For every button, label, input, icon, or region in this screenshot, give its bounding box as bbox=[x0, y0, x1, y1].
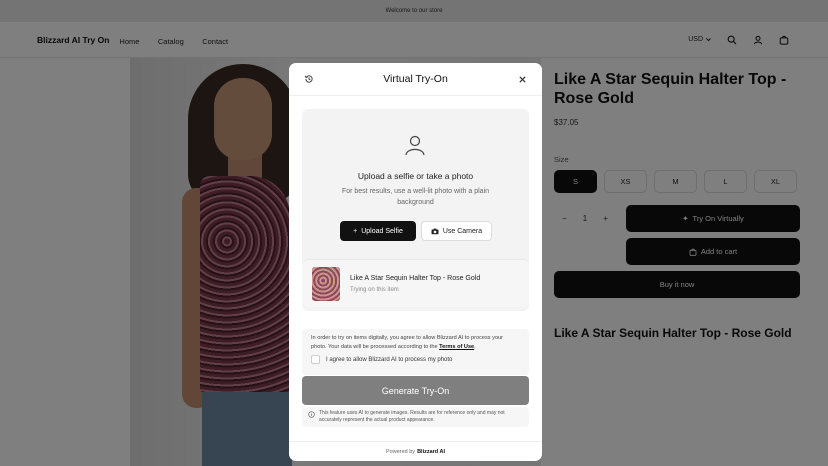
person-icon bbox=[405, 135, 425, 156]
history-icon[interactable] bbox=[303, 73, 315, 85]
modal-title: Virtual Try-On bbox=[383, 73, 448, 85]
consent-box: In order to try on items digitally, you … bbox=[302, 329, 529, 375]
upload-subtitle: For best results, use a well-lit photo w… bbox=[341, 188, 490, 206]
upload-title: Upload a selfie or take a photo bbox=[357, 171, 474, 181]
modal-header: Virtual Try-On bbox=[289, 63, 542, 96]
product-card-subtitle: Trying on this item bbox=[350, 286, 399, 293]
camera-icon bbox=[431, 228, 439, 234]
use-camera-label: Use Camera bbox=[442, 227, 483, 235]
powered-by-brand: Blizzard AI bbox=[417, 448, 445, 455]
powered-by-prefix: Powered by bbox=[386, 448, 416, 455]
ai-disclaimer: This feature uses AI to generate images.… bbox=[302, 407, 529, 427]
generate-try-on-label: Generate Try-On bbox=[381, 385, 450, 396]
product-card: Like A Star Sequin Halter Top - Rose Gol… bbox=[302, 259, 529, 307]
consent-checkbox-row: I agree to allow Blizzard AI to process … bbox=[311, 355, 520, 364]
product-thumbnail bbox=[312, 266, 340, 301]
ai-disclaimer-text: This feature uses AI to generate images.… bbox=[319, 410, 505, 423]
product-card-title: Like A Star Sequin Halter Top - Rose Gol… bbox=[350, 274, 481, 282]
consent-checkbox-label[interactable]: I agree to allow Blizzard AI to process … bbox=[326, 357, 452, 363]
terms-link[interactable]: Terms of Use bbox=[439, 344, 474, 350]
generate-try-on-button[interactable]: Generate Try-On bbox=[302, 376, 529, 405]
close-icon[interactable] bbox=[516, 73, 528, 85]
consent-checkbox[interactable] bbox=[311, 355, 320, 364]
powered-by: Powered by Blizzard AI bbox=[289, 441, 542, 461]
consent-text: In order to try on items digitally, you … bbox=[311, 335, 504, 350]
upload-selfie-button[interactable]: + Upload Selfie bbox=[340, 221, 416, 241]
info-icon bbox=[308, 411, 315, 418]
upload-selfie-label: Upload Selfie bbox=[361, 227, 403, 235]
use-camera-button[interactable]: Use Camera bbox=[421, 221, 492, 241]
virtual-try-on-modal: Virtual Try-On Upload a selfie or take a… bbox=[289, 63, 542, 461]
plus-icon: + bbox=[353, 227, 358, 235]
